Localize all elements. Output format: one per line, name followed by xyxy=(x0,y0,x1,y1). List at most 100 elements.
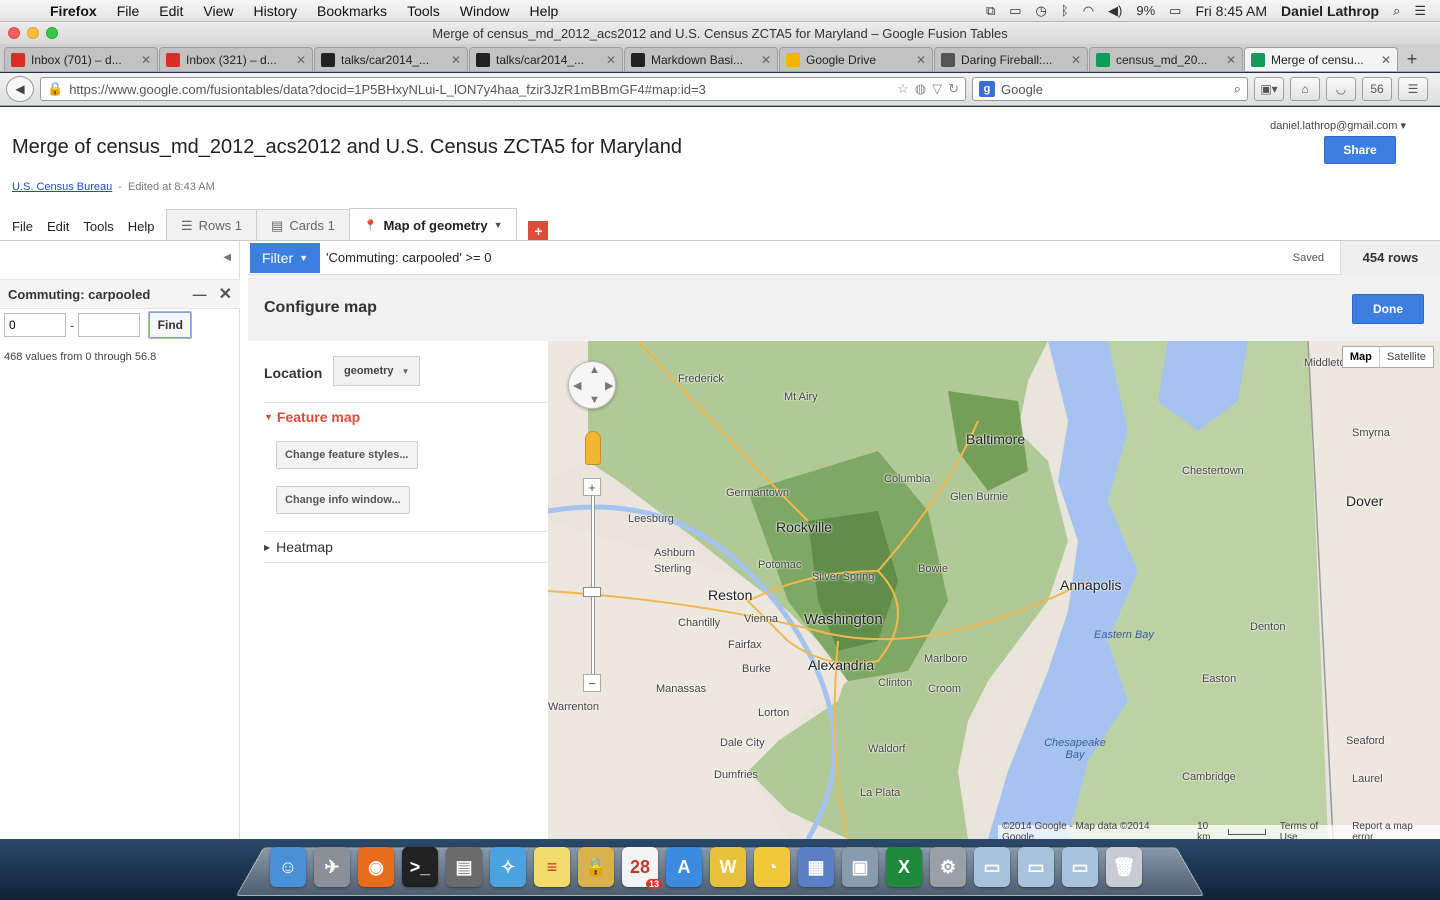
share-button[interactable]: Share xyxy=(1324,136,1396,164)
minimize-filter-icon[interactable]: — xyxy=(193,286,207,302)
preview-icon[interactable]: ▣ xyxy=(842,847,878,887)
app-menu-file[interactable]: File xyxy=(12,219,33,234)
menubar-user[interactable]: Daniel Lathrop xyxy=(1281,3,1379,19)
menu-window[interactable]: Window xyxy=(450,3,520,19)
notification-center-icon[interactable]: ☰ xyxy=(1414,3,1426,19)
search-input[interactable]: Google xyxy=(1001,82,1228,97)
feature-map-section[interactable]: ▼ Feature map xyxy=(264,409,360,425)
location-select[interactable]: geometry ▼ xyxy=(333,356,420,386)
firefox-icon[interactable]: ◉ xyxy=(358,847,394,887)
zoom-in-button[interactable]: + xyxy=(583,478,601,496)
url-text[interactable]: https://www.google.com/fusiontables/data… xyxy=(69,82,891,97)
trash-icon[interactable]: 🗑 xyxy=(1106,847,1142,887)
menu-help[interactable]: Help xyxy=(520,3,569,19)
collapse-panel-icon[interactable]: ◀ xyxy=(223,252,231,263)
close-tab-icon[interactable]: ✕ xyxy=(1071,53,1081,67)
find-button[interactable]: Find xyxy=(148,311,192,339)
pan-up-icon[interactable]: ▲ xyxy=(589,364,600,376)
wifi-icon[interactable]: ◠ xyxy=(1083,3,1094,19)
pan-control[interactable]: ▲ ▼ ◀ ▶ xyxy=(568,361,616,409)
map-canvas[interactable]: Frederick Mt Airy Baltimore Columbia Gle… xyxy=(548,341,1440,839)
cyberduck-icon[interactable]: ◔ xyxy=(754,847,790,887)
url-bar[interactable]: 🔒 https://www.google.com/fusiontables/da… xyxy=(40,77,966,101)
browser-tab[interactable]: Merge of censu... ✕ xyxy=(1244,47,1398,71)
menu-history[interactable]: History xyxy=(243,3,307,19)
bluetooth-icon[interactable]: ᛒ xyxy=(1061,3,1069,18)
menu-button[interactable]: ☰ xyxy=(1398,77,1428,101)
excel-icon[interactable]: X xyxy=(886,847,922,887)
pan-right-icon[interactable]: ▶ xyxy=(605,379,613,392)
photo-booth-icon[interactable]: ▤ xyxy=(446,847,482,887)
battery-icon[interactable]: ▭ xyxy=(1169,3,1181,19)
range-min-input[interactable] xyxy=(4,313,66,337)
source-link[interactable]: U.S. Census Bureau xyxy=(12,181,112,193)
back-button[interactable]: ◀ xyxy=(6,76,34,102)
browser-tab[interactable]: Markdown Basi... ✕ xyxy=(624,47,778,71)
bookmarks-menu-button[interactable]: ▣▾ xyxy=(1254,77,1284,101)
time-machine-icon[interactable]: ◷ xyxy=(1036,3,1047,19)
dropdown-arrow-icon[interactable]: ▽ xyxy=(932,81,942,97)
close-tab-icon[interactable]: ✕ xyxy=(451,53,461,67)
new-tab-button[interactable]: + xyxy=(1399,47,1425,71)
airplay-icon[interactable]: ▭ xyxy=(1009,3,1021,19)
menu-view[interactable]: View xyxy=(193,3,243,19)
documents-icon[interactable]: ▭ xyxy=(1018,847,1054,887)
app-store-icon[interactable]: A xyxy=(666,847,702,887)
terms-of-use-link[interactable]: Terms of Use xyxy=(1280,821,1338,839)
add-tab-button[interactable]: + xyxy=(528,221,548,241)
downloads-icon[interactable]: ▭ xyxy=(1062,847,1098,887)
browser-tab[interactable]: Inbox (321) – d... ✕ xyxy=(159,47,313,71)
browser-tab[interactable]: talks/car2014_... ✕ xyxy=(469,47,623,71)
change-info-window-button[interactable]: Change info window... xyxy=(276,486,410,514)
close-tab-icon[interactable]: ✕ xyxy=(141,53,151,67)
street-view-pegman-icon[interactable] xyxy=(585,431,601,465)
stickies-icon[interactable]: ≡ xyxy=(534,847,570,887)
terminal-icon[interactable]: >_ xyxy=(402,847,438,887)
account-menu[interactable]: daniel.lathrop@gmail.com ▾ xyxy=(1270,119,1406,132)
close-tab-icon[interactable]: ✕ xyxy=(916,53,926,67)
close-tab-icon[interactable]: ✕ xyxy=(761,53,771,67)
close-tab-icon[interactable]: ✕ xyxy=(296,53,306,67)
bookmark-star-icon[interactable]: ☆ xyxy=(897,81,909,97)
close-filter-icon[interactable]: ✕ xyxy=(219,284,232,304)
app-menu-edit[interactable]: Edit xyxy=(47,219,69,234)
range-max-input[interactable] xyxy=(78,313,140,337)
browser-tab[interactable]: Inbox (701) – d... ✕ xyxy=(4,47,158,71)
map-type-map[interactable]: Map xyxy=(1343,347,1379,367)
pan-left-icon[interactable]: ◀ xyxy=(573,379,581,392)
browser-tab[interactable]: census_md_20... ✕ xyxy=(1089,47,1243,71)
screen-share-icon[interactable]: ⧉ xyxy=(986,3,995,19)
transmit-icon[interactable]: W xyxy=(710,847,746,887)
app-menu-tools[interactable]: Tools xyxy=(83,219,113,234)
tab-rows[interactable]: ☰ Rows 1 xyxy=(166,209,257,241)
menu-file[interactable]: File xyxy=(107,3,150,19)
safari-icon[interactable]: ✧ xyxy=(490,847,526,887)
pocket-button[interactable]: ◡ xyxy=(1326,77,1356,101)
addon-button[interactable]: 56 xyxy=(1362,77,1392,101)
folder-icon[interactable]: ▭ xyxy=(974,847,1010,887)
map-type-satellite[interactable]: Satellite xyxy=(1379,347,1433,367)
browser-tab[interactable]: talks/car2014_... ✕ xyxy=(314,47,468,71)
launchpad-icon[interactable]: ✈ xyxy=(314,847,350,887)
pan-down-icon[interactable]: ▼ xyxy=(589,394,600,406)
tab-dropdown-icon[interactable]: ▼ xyxy=(494,220,503,230)
filter-expression[interactable]: 'Commuting: carpooled' >= 0 xyxy=(326,250,491,265)
menu-app-name[interactable]: Firefox xyxy=(40,3,107,19)
heatmap-section[interactable]: ▶ Heatmap xyxy=(264,539,333,555)
search-icon[interactable]: ⌕ xyxy=(1234,81,1241,97)
home-button[interactable]: ⌂ xyxy=(1290,77,1320,101)
zoom-out-button[interactable]: − xyxy=(583,674,601,692)
spotlight-icon[interactable]: ⌕ xyxy=(1393,3,1400,19)
change-feature-styles-button[interactable]: Change feature styles... xyxy=(276,441,418,469)
filter-button[interactable]: Filter ▼ xyxy=(250,243,320,273)
google-engine-icon[interactable]: g xyxy=(979,81,995,97)
close-tab-icon[interactable]: ✕ xyxy=(606,53,616,67)
calendar-icon[interactable]: 28 13 xyxy=(622,847,658,887)
keychain-icon[interactable]: 🔒 xyxy=(578,847,614,887)
pocket-icon[interactable]: ◍ xyxy=(915,81,926,97)
menu-bookmarks[interactable]: Bookmarks xyxy=(307,3,397,19)
report-map-error-link[interactable]: Report a map error xyxy=(1352,821,1436,839)
dashboard-icon[interactable]: ▦ xyxy=(798,847,834,887)
system-prefs-icon[interactable]: ⚙ xyxy=(930,847,966,887)
menu-edit[interactable]: Edit xyxy=(149,3,193,19)
